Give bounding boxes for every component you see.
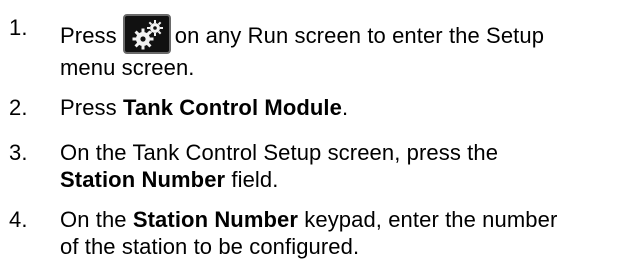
step-number: 1. [9, 15, 28, 40]
keypad-name: Station Number [132, 207, 299, 232]
step-text-before: Press [60, 23, 117, 48]
step-text-before: On the [60, 207, 133, 232]
step-line: On the Tank Control Setup screen, press … [60, 140, 499, 165]
step-line: On the Station Number keypad, enter the … [60, 206, 640, 233]
step-text: On the Station Number keypad, enter the … [60, 206, 640, 260]
step-line-2: menu screen. [60, 55, 195, 80]
step-text: Press on any Run screen to enter the Set… [60, 14, 640, 81]
setup-gears-icon [122, 14, 171, 54]
step-text: Press Tank Control Module. [60, 94, 640, 121]
step-text-after: keypad, enter the number [298, 207, 558, 232]
step-line-2: of the station to be configured. [60, 234, 360, 259]
step-text-after: . [342, 95, 349, 120]
step-text-after: on any Run screen to enter the Setup [174, 23, 545, 48]
menu-item-name: Tank Control Module [122, 95, 342, 120]
step-text: On the Tank Control Setup screen, press … [60, 139, 640, 193]
setup-instructions: 1. Press on any Run screen to enter the … [0, 0, 640, 278]
step-line: Press on any Run screen to enter the Set… [60, 14, 640, 54]
step-number: 3. [9, 140, 28, 165]
step-text-after: field. [225, 167, 279, 192]
step-number: 2. [9, 95, 28, 120]
step-number: 4. [9, 207, 28, 232]
step-text-before: Press [60, 95, 123, 120]
step-line-2: Station Number field. [60, 166, 640, 193]
field-name: Station Number [60, 167, 226, 192]
